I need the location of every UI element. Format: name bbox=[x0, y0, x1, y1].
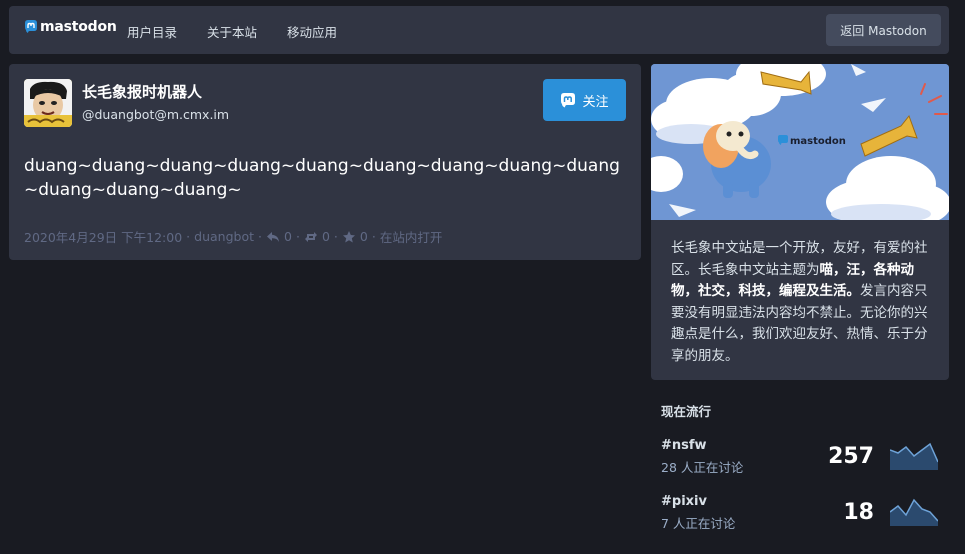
status-timestamp[interactable]: 2020年4月29日 下午12:00 bbox=[24, 227, 182, 246]
boost-count: 0 bbox=[321, 229, 330, 244]
meta-separator: · bbox=[333, 229, 338, 244]
trend-tag[interactable]: #pixiv bbox=[661, 494, 707, 509]
site-description: 长毛象中文站是一个开放，友好，有爱的社区。长毛象中文站主题为喵，汪，各种动物，社… bbox=[651, 220, 949, 380]
trend-sparkline bbox=[890, 498, 938, 526]
meta-separator: · bbox=[258, 229, 262, 244]
favourite-count: 0 bbox=[359, 229, 368, 244]
trend-count: 257 bbox=[828, 444, 874, 469]
nav-link-directory[interactable]: 用户目录 bbox=[127, 22, 177, 41]
mastodon-logo[interactable]: mastodon bbox=[24, 19, 117, 35]
logo-text: mastodon bbox=[40, 19, 117, 35]
star-icon[interactable] bbox=[342, 230, 356, 244]
trend-sparkline bbox=[890, 442, 938, 470]
account-handle: @duangbot@m.cmx.im bbox=[82, 107, 230, 122]
nav-link-about[interactable]: 关于本站 bbox=[207, 22, 257, 41]
sparkline-area bbox=[890, 444, 938, 470]
reply-count: 0 bbox=[284, 229, 292, 244]
nav-link-apps[interactable]: 移动应用 bbox=[287, 22, 337, 41]
trend-count: 18 bbox=[843, 500, 874, 525]
avatar-image bbox=[24, 79, 72, 127]
follow-label: 关注 bbox=[582, 94, 609, 110]
back-to-mastodon-button[interactable]: 返回 Mastodon bbox=[826, 14, 941, 46]
open-in-site-link[interactable]: 在站内打开 bbox=[380, 227, 443, 246]
hero-illustration: mastodon bbox=[651, 64, 949, 220]
trend-item[interactable]: #pixiv 7 人正在讨论 18 bbox=[661, 494, 941, 534]
trends-heading: 现在流行 bbox=[661, 404, 712, 419]
meta-separator: · bbox=[295, 229, 300, 244]
trend-item[interactable]: #nsfw 28 人正在讨论 257 bbox=[661, 438, 941, 478]
display-name[interactable]: 长毛象报时机器人 bbox=[82, 81, 202, 102]
status-card: 长毛象报时机器人 @duangbot@m.cmx.im 关注 duang~dua… bbox=[9, 64, 641, 260]
reply-icon[interactable] bbox=[266, 230, 280, 244]
trend-tag[interactable]: #nsfw bbox=[661, 438, 707, 453]
meta-separator: · bbox=[371, 229, 376, 244]
trend-talking: 28 人正在讨论 bbox=[661, 460, 744, 475]
top-navigation: mastodon 用户目录 关于本站 移动应用 返回 Mastodon bbox=[9, 6, 949, 54]
meta-separator: · bbox=[186, 229, 191, 244]
boost-icon[interactable] bbox=[304, 230, 318, 244]
follow-button[interactable]: 关注 bbox=[543, 79, 626, 121]
mastodon-logo-icon bbox=[25, 20, 37, 33]
avatar[interactable] bbox=[24, 79, 72, 127]
status-app: duangbot bbox=[194, 229, 255, 244]
trend-talking: 7 人正在讨论 bbox=[661, 516, 736, 531]
mastodon-icon bbox=[561, 92, 576, 107]
status-meta: 2020年4月29日 下午12:00 · duangbot · 0 · 0 · … bbox=[24, 227, 442, 246]
hero-image: mastodon bbox=[651, 64, 949, 220]
hero-logo-text: mastodon bbox=[790, 136, 846, 147]
status-content: duang~duang~duang~duang~duang~duang~duan… bbox=[24, 156, 620, 200]
